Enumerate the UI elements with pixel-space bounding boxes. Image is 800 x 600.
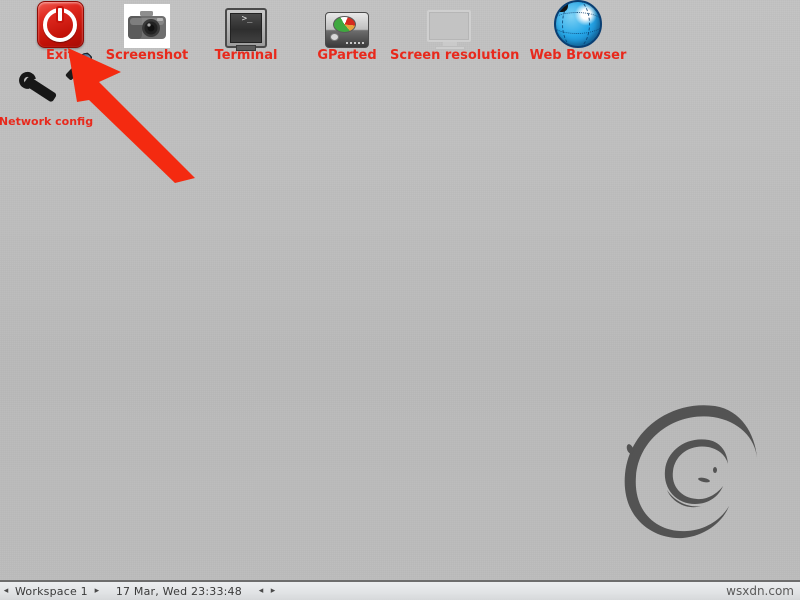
display-monitor-icon xyxy=(390,2,510,50)
desktop[interactable]: Exit Screenshot >_ Terminal GParted Scre… xyxy=(0,0,800,600)
clock-prev-button[interactable]: ◂ xyxy=(255,586,267,596)
clock-next-button[interactable]: ▸ xyxy=(267,586,279,596)
desktop-icon-label: Screen resolution xyxy=(390,48,520,63)
workspace-label[interactable]: Workspace 1 xyxy=(12,585,91,598)
desktop-icon-label: Web Browser xyxy=(529,48,627,63)
taskbar[interactable]: ◂ Workspace 1 ▸ 17 Mar, Wed 23:33:48 ◂ ▸… xyxy=(0,580,800,600)
workspace-next-button[interactable]: ▸ xyxy=(91,586,103,596)
desktop-icon-web-browser[interactable]: Web Browser xyxy=(518,0,638,63)
desktop-icon-label: GParted xyxy=(317,48,377,63)
clock[interactable]: 17 Mar, Wed 23:33:48 xyxy=(113,585,245,598)
terminal-prompt-glyph: >_ xyxy=(230,13,262,43)
desktop-icon-network-config[interactable]: Network config xyxy=(0,50,106,129)
desktop-icon-gparted[interactable]: GParted xyxy=(287,2,407,63)
watermark: wsxdn.com xyxy=(726,584,794,598)
wrench-screwdriver-icon xyxy=(0,50,106,114)
globe-icon xyxy=(518,0,638,48)
debian-swirl-logo xyxy=(624,405,757,539)
workspace-prev-button[interactable]: ◂ xyxy=(0,586,12,596)
desktop-icon-label: Network config xyxy=(0,115,94,128)
desktop-icon-screen-resolution[interactable]: Screen resolution xyxy=(390,2,520,63)
hard-disk-icon xyxy=(287,2,407,48)
